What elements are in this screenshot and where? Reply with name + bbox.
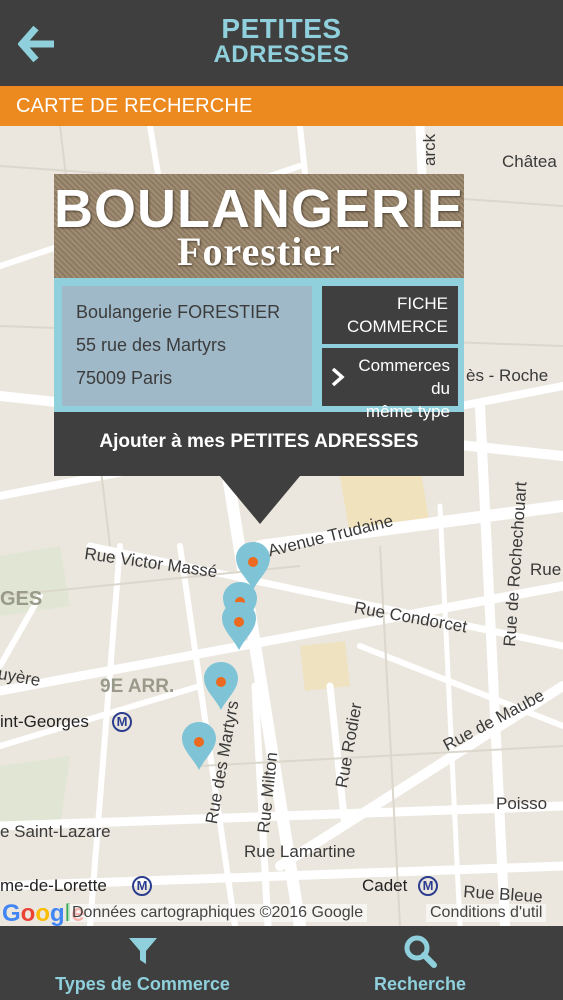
address-line: 55 rue des Martyrs (76, 335, 227, 355)
map-credits: Données cartographiques ©2016 Google (68, 904, 368, 922)
button-label: Commerces du (358, 356, 450, 398)
map-label: arck (420, 133, 439, 166)
map-label: e Saint-Lazare (0, 822, 111, 841)
shop-address: Boulangerie FORESTIER 55 rue des Martyrs… (62, 286, 312, 406)
search-icon (404, 935, 437, 968)
fiche-commerce-button[interactable]: FICHE COMMERCE (322, 286, 458, 344)
map-label: Cadet (362, 876, 408, 895)
map-attribution: Google Données cartographiques ©2016 Goo… (0, 900, 563, 927)
app-header: PETITES ADRESSES (0, 0, 563, 86)
map-label: Rue Lamartine (244, 842, 356, 861)
metro-icon: M (132, 876, 152, 896)
button-label: FICHE (397, 294, 448, 313)
filter-icon (128, 938, 157, 964)
popup-pointer (220, 476, 300, 524)
tab-label: Types de Commerce (55, 974, 230, 994)
map-label: Rue (530, 560, 562, 579)
address-line: Boulangerie FORESTIER (76, 302, 281, 322)
metro-icon: M (418, 876, 438, 896)
address-line: 75009 Paris (76, 368, 173, 388)
section-title: CARTE DE RECHERCHE (0, 86, 563, 126)
tab-types-commerce[interactable]: Types de Commerce (40, 926, 245, 1000)
map-label: GES (0, 588, 43, 610)
map-label: int-Georges (0, 712, 89, 731)
shop-banner: BOULANGERIE Forestier (54, 174, 464, 278)
button-label: COMMERCE (346, 317, 448, 336)
metro-icon: M (112, 712, 132, 732)
chevron-right-icon (331, 367, 345, 387)
terms-link[interactable]: Conditions d'util (426, 904, 547, 922)
map-label: Poisso (496, 794, 548, 813)
button-label: même type (365, 402, 450, 421)
map-label: ès - Roche (466, 366, 549, 385)
map-label: 9E ARR. (100, 676, 175, 697)
shop-popup: BOULANGERIE Forestier Boulangerie FOREST… (54, 174, 464, 524)
tab-recherche[interactable]: Recherche (340, 926, 500, 1000)
map-label: Châtea (502, 152, 557, 171)
app-logo: PETITES ADRESSES (0, 13, 563, 68)
logo-line2: ADRESSES (213, 41, 350, 68)
logo-line1: PETITES (221, 13, 342, 44)
bottom-nav: Types de Commerce Recherche (0, 926, 563, 1000)
tab-label: Recherche (373, 974, 467, 994)
banner-sub: Forestier (177, 229, 341, 274)
map-label: me-de-Lorette (0, 876, 107, 895)
shop-info: Boulangerie FORESTIER 55 rue des Martyrs… (54, 278, 464, 421)
same-type-button[interactable]: Commerces du même type (322, 348, 458, 421)
